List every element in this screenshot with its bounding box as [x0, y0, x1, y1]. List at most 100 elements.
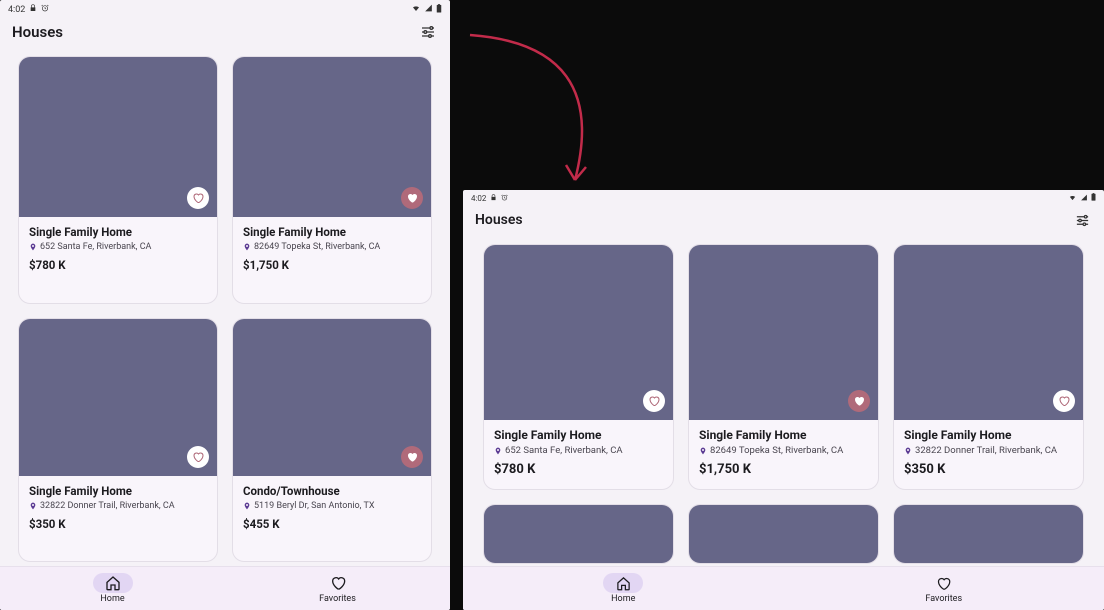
house-image	[894, 505, 1083, 563]
battery-icon	[1091, 193, 1096, 203]
favorite-button[interactable]	[187, 446, 209, 468]
house-address: 32822 Donner Trail, Riverbank, CA	[29, 501, 207, 511]
nav-tab-favorites[interactable]: Favorites	[784, 567, 1104, 610]
heart-icon	[648, 395, 660, 407]
wifi-icon	[1068, 194, 1077, 203]
heart-icon	[192, 451, 204, 463]
nav-label: Favorites	[319, 594, 356, 604]
nav-tab-favorites[interactable]: Favorites	[225, 567, 450, 610]
alarm-icon	[501, 194, 508, 203]
nav-tab-home[interactable]: Home	[0, 567, 225, 610]
heart-icon	[406, 451, 418, 463]
house-image	[484, 505, 673, 563]
favorite-button[interactable]	[187, 187, 209, 209]
house-image	[233, 57, 431, 217]
responsive-arrow-icon	[460, 25, 660, 195]
house-card[interactable]: Single Family Home 652 Santa Fe, Riverba…	[483, 244, 674, 490]
house-price: $455 K	[243, 517, 421, 531]
filter-button[interactable]	[1072, 210, 1092, 230]
house-price: $350 K	[904, 462, 1073, 477]
nav-label: Favorites	[925, 594, 962, 604]
house-address: 5119 Beryl Dr, San Antonio, TX	[243, 501, 421, 511]
wifi-icon	[411, 4, 421, 15]
house-price: $1,750 K	[699, 462, 868, 477]
house-title: Single Family Home	[29, 484, 207, 498]
house-card[interactable]: Single Family Home 652 Santa Fe, Riverba…	[18, 56, 218, 304]
house-title: Single Family Home	[29, 225, 207, 239]
house-card[interactable]: Condo/Townhouse 5119 Beryl Dr, San Anton…	[232, 318, 432, 563]
nav-tab-home[interactable]: Home	[463, 567, 784, 610]
house-price: $350 K	[29, 517, 207, 531]
sliders-icon	[420, 24, 436, 40]
house-card[interactable]: Single Family Home 82649 Topeka St, Rive…	[688, 244, 879, 490]
house-title: Single Family Home	[699, 428, 868, 442]
house-card[interactable]: Single Family Home 82649 Topeka St, Rive…	[232, 56, 432, 304]
favorite-button[interactable]	[1053, 390, 1075, 412]
pin-icon	[699, 446, 707, 456]
house-image	[689, 505, 878, 563]
favorite-button[interactable]	[848, 390, 870, 412]
page-title: Houses	[475, 212, 523, 228]
status-time: 4:02	[8, 5, 25, 15]
house-price: $780 K	[29, 258, 207, 272]
status-bar: 4:02	[463, 190, 1104, 204]
heart-icon	[192, 192, 204, 204]
house-title: Condo/Townhouse	[243, 484, 421, 498]
bottom-nav: Home Favorites	[463, 566, 1104, 610]
pin-icon	[243, 501, 251, 511]
heart-icon	[330, 575, 346, 591]
tablet-frame: 4:02 Houses Single Family Home 652 Santa…	[463, 190, 1104, 610]
heart-icon	[853, 395, 865, 407]
house-card[interactable]	[893, 504, 1084, 564]
lock-icon	[29, 4, 37, 15]
house-title: Single Family Home	[904, 428, 1073, 442]
house-image	[19, 57, 217, 217]
house-address: 652 Santa Fe, Riverbank, CA	[29, 242, 207, 252]
house-grid: Single Family Home 652 Santa Fe, Riverba…	[463, 234, 1104, 566]
house-address: 652 Santa Fe, Riverbank, CA	[494, 445, 663, 456]
house-card[interactable]	[688, 504, 879, 564]
favorite-button[interactable]	[643, 390, 665, 412]
signal-icon	[1080, 194, 1088, 203]
status-bar: 4:02	[0, 0, 450, 16]
heart-icon	[1058, 395, 1070, 407]
nav-label: Home	[611, 594, 635, 604]
house-address: 82649 Topeka St, Riverbank, CA	[699, 445, 868, 456]
alarm-icon	[41, 4, 49, 15]
house-price: $780 K	[494, 462, 663, 477]
house-image	[894, 245, 1083, 420]
home-icon	[105, 575, 121, 591]
house-image	[19, 319, 217, 476]
page-title: Houses	[12, 23, 63, 41]
house-title: Single Family Home	[243, 225, 421, 239]
house-image	[233, 319, 431, 476]
pin-icon	[29, 501, 37, 511]
nav-label: Home	[100, 594, 124, 604]
bottom-nav: Home Favorites	[0, 566, 450, 610]
heart-icon	[936, 576, 951, 591]
house-card[interactable]: Single Family Home 32822 Donner Trail, R…	[893, 244, 1084, 490]
house-image	[689, 245, 878, 420]
filter-button[interactable]	[418, 22, 438, 42]
house-image	[484, 245, 673, 420]
page-header: Houses	[463, 204, 1104, 234]
house-price: $1,750 K	[243, 258, 421, 272]
battery-icon	[436, 4, 442, 16]
house-card[interactable]	[483, 504, 674, 564]
heart-icon	[406, 192, 418, 204]
favorite-button[interactable]	[401, 187, 423, 209]
house-title: Single Family Home	[494, 428, 663, 442]
lock-icon	[490, 194, 497, 203]
signal-icon	[424, 4, 433, 15]
status-time: 4:02	[471, 194, 486, 203]
home-icon	[616, 576, 631, 591]
sliders-icon	[1075, 213, 1090, 228]
house-grid: Single Family Home 652 Santa Fe, Riverba…	[0, 46, 450, 566]
house-card[interactable]: Single Family Home 32822 Donner Trail, R…	[18, 318, 218, 563]
pin-icon	[29, 242, 37, 252]
page-header: Houses	[0, 16, 450, 46]
pin-icon	[243, 242, 251, 252]
pin-icon	[494, 446, 502, 456]
favorite-button[interactable]	[401, 446, 423, 468]
house-address: 32822 Donner Trail, Riverbank, CA	[904, 445, 1073, 456]
